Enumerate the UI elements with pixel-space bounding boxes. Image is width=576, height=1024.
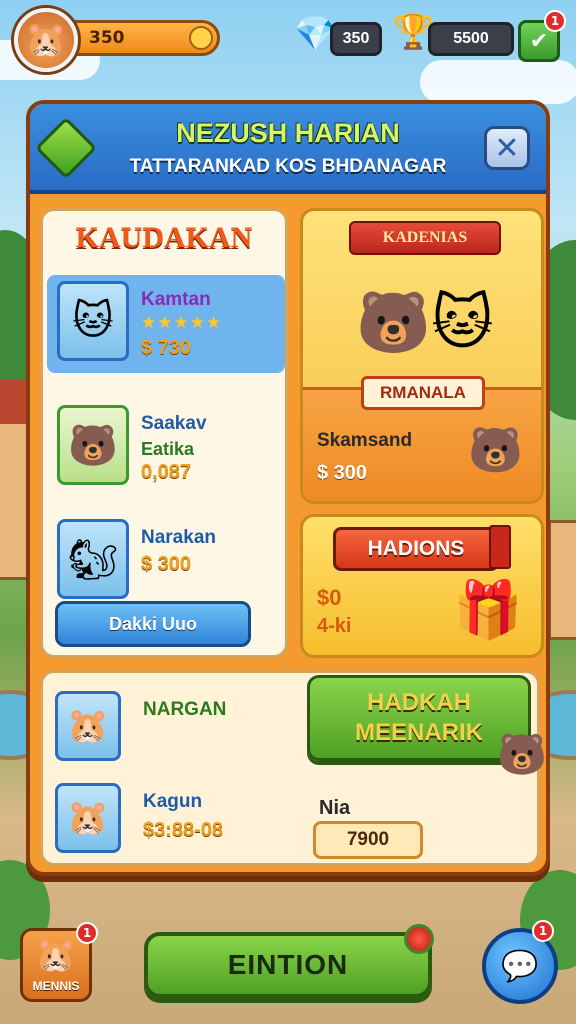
coin-amount: 350 — [89, 28, 125, 48]
item-price: $3:88-08 — [143, 819, 224, 841]
featured-ribbon: KADENIAS — [349, 221, 501, 255]
flag-icon — [489, 525, 511, 569]
item-price: $ 730 — [141, 337, 192, 359]
close-icon: ✕ — [494, 130, 520, 166]
pet-icon: 🐻 — [497, 732, 547, 778]
pet-thumbnail: 🐻 — [57, 405, 129, 485]
status-dot-icon — [404, 924, 434, 954]
coin-icon — [189, 26, 213, 50]
rating-stars: ★★★★★ — [141, 313, 223, 333]
notification-badge: 1 — [544, 10, 566, 32]
chat-badge: 1 — [532, 920, 554, 942]
item-name: Saakav — [141, 413, 207, 434]
pet-thumbnail: 🐱 — [57, 281, 129, 361]
promo-button-line1: HADKAH — [367, 689, 471, 716]
pet-thumbnail: 🐹 — [55, 691, 121, 761]
pet-thumbnail: 🐿 — [57, 519, 129, 599]
promo-button-line2: MEENARIK — [354, 719, 483, 746]
value-field[interactable]: 7900 — [313, 821, 423, 859]
menu-badge: 1 — [76, 922, 98, 944]
gold-amount: 5500 — [453, 30, 489, 47]
pet-thumbnail: 🐹 — [55, 783, 121, 853]
value-label: Nia — [319, 797, 351, 819]
bonus-button[interactable]: HADIONS — [333, 527, 499, 571]
bonus-value-secondary: 4-ki — [317, 615, 352, 637]
list-item[interactable]: 🐻 Saakav Eatika 0,087 — [47, 399, 285, 497]
item-price: $ 300 — [141, 553, 192, 575]
bonus-value: $0 — [317, 585, 342, 610]
item-name: Kagun — [143, 791, 203, 812]
list-action-button[interactable]: Dakki Uuo — [55, 601, 251, 647]
featured-price: $ 300 — [317, 462, 368, 484]
item-name: Kamtan — [141, 289, 211, 310]
close-button[interactable]: ✕ — [484, 126, 530, 170]
item-name: NARGAN — [143, 699, 227, 720]
panel-title: NEZUSH HARIAN — [176, 118, 400, 148]
chat-icon: 💬 — [501, 948, 539, 984]
pet-icon: 🐻 — [468, 425, 523, 476]
featured-info: RMANALA Skamsand $ 300 🐻 — [303, 376, 541, 501]
panel-subtitle: TATTARANKAD KOS BHDANAGAR — [129, 156, 447, 177]
main-action-button[interactable]: EINTION — [144, 932, 432, 998]
gem-counter[interactable]: 350 — [330, 22, 382, 56]
panel-header: NEZUSH HARIAN TATTARANKAD KOS BHDANAGAR … — [30, 104, 546, 194]
gold-counter[interactable]: 5500 — [428, 22, 514, 56]
daily-shop-panel: NEZUSH HARIAN TATTARANKAD KOS BHDANAGAR … — [26, 100, 550, 876]
list-item[interactable]: 🐹 Kagun $3:88-08 — [43, 779, 283, 869]
item-price: 0,087 — [141, 461, 192, 483]
menu-label: MENNIS — [32, 979, 80, 993]
list-item[interactable]: 🐿 Narakan $ 300 — [47, 513, 285, 611]
bonus-card: HADIONS $0 4-ki 🎁 — [300, 514, 544, 658]
featured-pets-illustration: 🐻🐱 — [356, 287, 494, 358]
featured-name: Skamsand — [317, 430, 413, 451]
featured-card[interactable]: KADENIAS 🐻🐱 RMANALA Skamsand $ 300 🐻 — [300, 208, 544, 504]
item-name: Narakan — [141, 527, 216, 548]
gem-amount: 350 — [342, 30, 370, 47]
player-avatar[interactable]: 🐹 — [14, 8, 78, 72]
checkmark-icon: ✔ — [529, 28, 549, 54]
featured-label: RMANALA — [361, 376, 485, 410]
item-list-card: KAUDAKAN 🐱 Kamtan ★★★★★ $ 730 🐻 Saakav E… — [40, 208, 288, 658]
list-item[interactable]: 🐹 NARGAN — [43, 687, 283, 777]
bottom-section: 🐹 NARGAN 🐹 Kagun $3:88-08 HADKAH MEENARI… — [40, 670, 547, 869]
list-title: KAUDAKAN — [75, 221, 253, 254]
item-subtitle: Eatika — [141, 439, 195, 459]
list-item[interactable]: 🐱 Kamtan ★★★★★ $ 730 — [47, 275, 285, 373]
gift-box-icon: 🎁 — [453, 578, 523, 643]
